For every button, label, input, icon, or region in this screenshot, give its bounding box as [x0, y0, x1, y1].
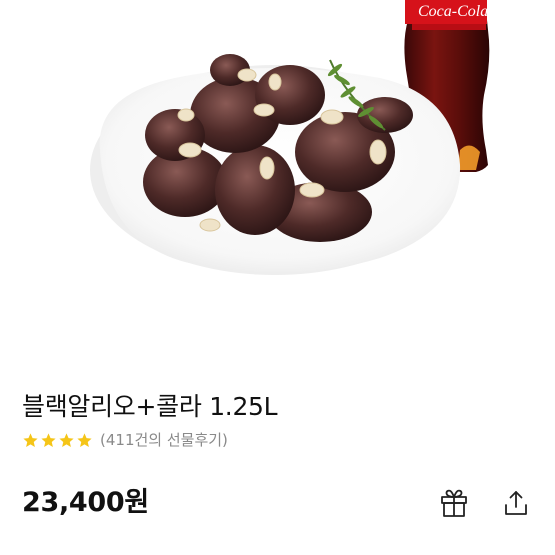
review-count-link[interactable]: (411건의 선물후기)	[100, 430, 228, 450]
star-icon	[41, 432, 56, 447]
product-image: Coca-Cola	[0, 0, 555, 345]
star-rating	[22, 432, 93, 449]
product-title: 블랙알리오+콜라 1.25L	[22, 392, 278, 421]
share-icon	[505, 491, 527, 515]
star-icon	[23, 432, 38, 447]
fried-chicken-and-cola-photo-icon: Coca-Cola	[90, 0, 490, 275]
gift-button[interactable]	[437, 486, 471, 520]
product-price: 23,400원	[22, 487, 149, 518]
star-icon	[77, 432, 92, 447]
share-button[interactable]	[499, 486, 533, 520]
gift-icon	[441, 489, 467, 517]
rating-row[interactable]: (411건의 선물후기)	[22, 429, 228, 451]
svg-text:Coca-Cola: Coca-Cola	[418, 3, 488, 20]
star-icon	[59, 432, 74, 447]
